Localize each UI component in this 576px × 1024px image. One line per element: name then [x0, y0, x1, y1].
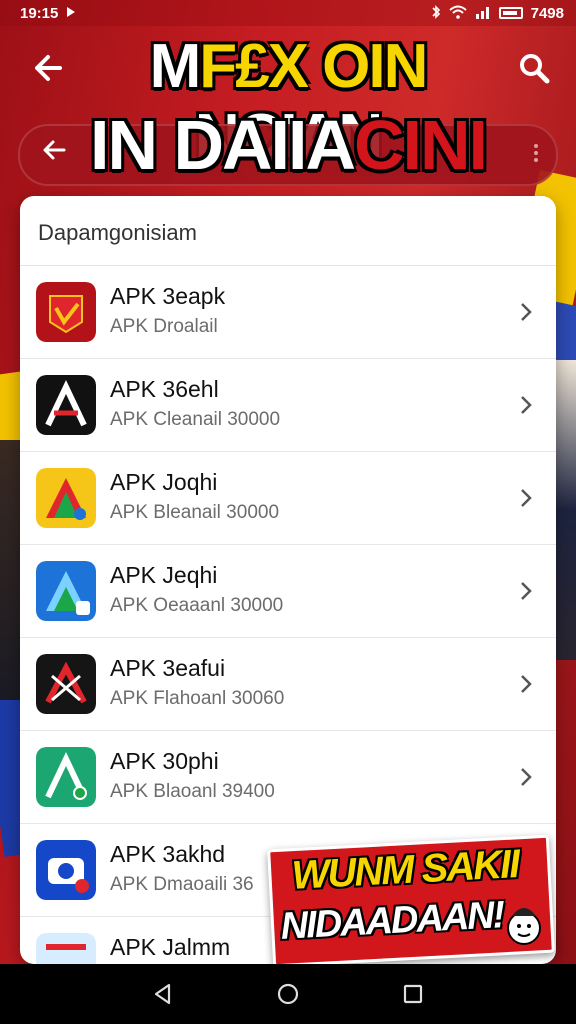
chevron-right-icon — [516, 300, 536, 324]
crowd-right — [556, 360, 576, 660]
status-bar: 19:15 7498 — [0, 0, 576, 26]
media-play-icon — [66, 6, 76, 21]
app-list-item[interactable]: APK Jeqhi APK Oeaaanl 30000 — [20, 545, 556, 638]
app-title: APK 36ehl — [110, 376, 219, 402]
black-a-app-icon — [36, 375, 96, 435]
app-subtitle: APK Oeaaanl 30000 — [110, 595, 284, 616]
app-title: APK Jalmm — [110, 934, 231, 960]
headline-word: CINI — [354, 106, 488, 184]
green-a-app-icon — [36, 747, 96, 807]
headline-line-2: IN DAIIACINI — [60, 106, 516, 184]
yellow-a-app-icon — [36, 468, 96, 528]
blue-camera-app-icon — [36, 840, 96, 900]
battery-icon — [498, 7, 523, 19]
nav-recents-icon[interactable] — [399, 980, 427, 1008]
app-title: APK 30phi — [110, 748, 219, 774]
mascot-icon — [502, 898, 546, 948]
bluetooth-icon — [431, 4, 441, 22]
app-subtitle: APK Droalail — [110, 316, 218, 337]
chevron-right-icon — [516, 486, 536, 510]
search-icon[interactable] — [516, 50, 556, 90]
partial-app-icon — [36, 933, 96, 964]
app-subtitle: APK Blaoanl 39400 — [110, 781, 275, 802]
app-title: APK Jeqhi — [110, 562, 218, 588]
app-subtitle: APK Bleanail 30000 — [110, 502, 280, 523]
more-vert-icon[interactable] — [528, 138, 544, 172]
red-shield-app-icon — [36, 282, 96, 342]
app-list-item[interactable]: APK 3eafui APK Flahoanl 30060 — [20, 638, 556, 731]
list-header: Dapamgonisiam — [20, 196, 556, 266]
app-subtitle: APK Dmaoaili 36 — [110, 874, 254, 895]
blue-a-app-icon — [36, 561, 96, 621]
headline-word: OIN — [306, 32, 428, 101]
app-title: APK Joqhi — [110, 469, 218, 495]
chevron-right-icon — [516, 765, 536, 789]
app-list-item[interactable]: APK 36ehl APK Cleanail 30000 — [20, 359, 556, 452]
headline-word: IN DAIIA — [90, 106, 356, 184]
battery-text: 7498 — [530, 4, 564, 22]
nav-home-icon[interactable] — [274, 980, 302, 1008]
black-x-app-icon — [36, 654, 96, 714]
app-list-item[interactable]: APK 3eapk APK Droalail — [20, 266, 556, 359]
signal-icon — [475, 5, 491, 22]
app-title: APK 3akhd — [110, 841, 226, 867]
promo-sticker: WUNM SAKII NIDAADAAN! — [267, 834, 555, 968]
chevron-right-icon — [516, 672, 536, 696]
chevron-right-icon — [516, 579, 536, 603]
app-list-item[interactable]: APK Joqhi APK Bleanail 30000 — [20, 452, 556, 545]
nav-back-icon[interactable] — [149, 980, 177, 1008]
app-subtitle: APK Flahoanl 30060 — [110, 688, 285, 709]
wifi-icon — [448, 5, 467, 22]
chevron-right-icon — [516, 393, 536, 417]
headline-word: F£X — [199, 32, 309, 101]
system-nav-bar — [0, 964, 576, 1024]
headline-word: M — [149, 32, 202, 101]
status-time: 19:15 — [20, 4, 59, 22]
app-list-item[interactable]: APK 30phi APK Blaoanl 39400 — [20, 731, 556, 824]
app-bar: MF£X OIN NCIAN — [0, 26, 576, 171]
app-title: APK 3eafui — [110, 655, 226, 681]
app-subtitle: APK Cleanail 30000 — [110, 409, 281, 430]
app-title: APK 3eapk — [110, 283, 226, 309]
